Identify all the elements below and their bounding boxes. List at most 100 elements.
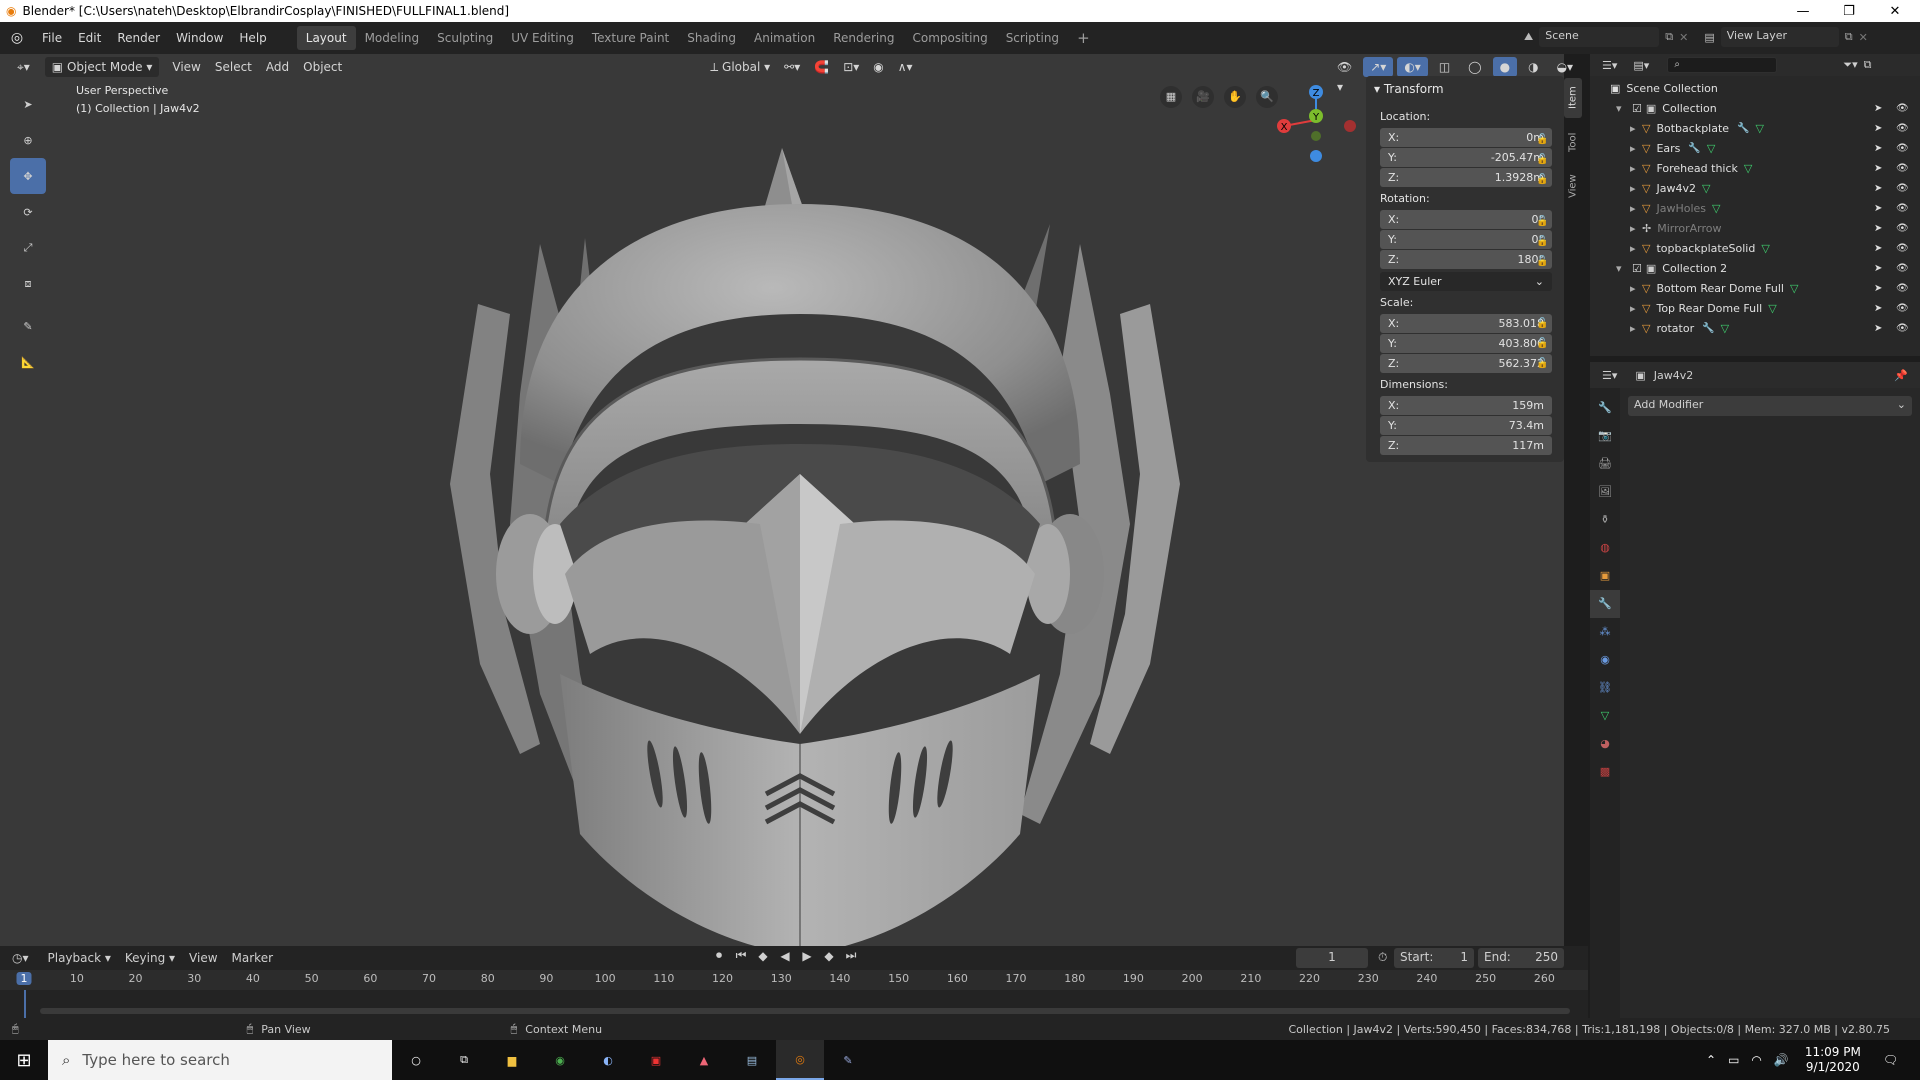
camera-icon[interactable]: 🎥 — [1192, 86, 1214, 108]
disclosure-arrow-icon[interactable]: ▸ — [1630, 242, 1642, 255]
restore-icon[interactable]: ❐ — [1826, 0, 1872, 22]
modifier-icon[interactable]: 🔧 — [1702, 323, 1714, 334]
modifier-icon[interactable]: 🔧 — [1688, 143, 1700, 154]
outliner-root[interactable]: ▣ Scene Collection — [1590, 78, 1920, 98]
visibility-eye-icon[interactable]: 👁 — [1896, 183, 1909, 194]
transform-tool-icon[interactable]: ⧈ — [10, 266, 46, 302]
visibility-eye-icon[interactable]: 👁 — [1896, 263, 1909, 274]
tool-props-icon[interactable]: 🔧 — [1590, 394, 1620, 422]
mesh-data-icon[interactable]: ▽ — [1707, 142, 1715, 155]
lock-icon[interactable]: 🔓 — [1536, 334, 1552, 354]
location-z-field[interactable]: Z: 1.3928m — [1380, 168, 1552, 187]
particles-props-icon[interactable]: ⁂ — [1590, 618, 1620, 646]
view-layer-props-icon[interactable]: 🖼 — [1590, 478, 1620, 506]
outliner-item[interactable]: ▸ ▽ Top Rear Dome Full ▽ ➤ 👁 — [1590, 298, 1920, 318]
blender-taskbar-icon[interactable]: ◎ — [776, 1040, 824, 1080]
tray-chevron-icon[interactable]: ⌃ — [1706, 1053, 1716, 1067]
lock-icon[interactable]: 🔓 — [1536, 232, 1552, 252]
menu-edit[interactable]: Edit — [70, 27, 109, 49]
stopwatch-icon[interactable]: ⏱ — [1378, 950, 1387, 965]
data-props-icon[interactable]: ▽ — [1590, 702, 1620, 730]
lock-icon[interactable]: 🔓 — [1536, 130, 1552, 150]
lock-icon[interactable]: 🔓 — [1536, 314, 1552, 334]
visibility-icon[interactable]: 👁▾ — [1330, 57, 1359, 94]
next-keyframe-icon[interactable]: ◆ — [820, 949, 838, 963]
cortana-icon[interactable]: ○ — [392, 1040, 440, 1080]
scale-y-field[interactable]: Y: 403.806 — [1380, 334, 1552, 353]
blender-menu-icon[interactable]: ◎ — [0, 30, 34, 46]
tab-rendering[interactable]: Rendering — [824, 26, 903, 50]
visibility-eye-icon[interactable]: 👁 — [1896, 243, 1909, 254]
measure-tool-icon[interactable]: 📐 — [10, 344, 46, 380]
gizmo-toggle-icon[interactable]: ↗▾ — [1363, 57, 1394, 77]
collection-checkbox-icon[interactable]: ☑ — [1632, 262, 1642, 275]
mesh-data-icon[interactable]: ▽ — [1756, 122, 1764, 135]
orientation-selector[interactable]: ⟂ Global ▾ — [703, 57, 777, 77]
outliner-item[interactable]: ▸ ▽ Ears 🔧 ▽ ➤ 👁 — [1590, 138, 1920, 158]
outliner-item[interactable]: ▸ ▽ Forehead thick ▽ ➤ 👁 — [1590, 158, 1920, 178]
disclosure-arrow-icon[interactable]: ▸ — [1630, 182, 1642, 195]
chrome-icon[interactable]: ◉ — [536, 1040, 584, 1080]
dimensions-x-field[interactable]: X: 159m — [1380, 396, 1552, 415]
3d-viewport[interactable] — [0, 54, 1564, 946]
outliner-item[interactable]: ▸ ▽ Botbackplate 🔧 ▽ ➤ 👁 — [1590, 118, 1920, 138]
mesh-data-icon[interactable]: ▽ — [1761, 242, 1769, 255]
timeline-menu-keying[interactable]: Keying ▾ — [118, 948, 182, 968]
mesh-data-icon[interactable]: ▽ — [1712, 202, 1720, 215]
selectable-icon[interactable]: ➤ — [1874, 103, 1882, 114]
tab-modeling[interactable]: Modeling — [356, 26, 429, 50]
timeline-menu-view[interactable]: View — [182, 948, 224, 968]
grid-view-icon[interactable]: ▦ — [1160, 86, 1182, 108]
tab-scripting[interactable]: Scripting — [997, 26, 1068, 50]
outliner-item[interactable]: ▸ ▽ rotator 🔧 ▽ ➤ 👁 — [1590, 318, 1920, 338]
tab-tool[interactable]: Tool — [1564, 122, 1582, 162]
new-view-layer-icon[interactable]: ⧉ — [1845, 30, 1853, 44]
menu-render[interactable]: Render — [109, 27, 168, 49]
overlay-toggle-icon[interactable]: ◐▾ — [1397, 57, 1428, 77]
disclosure-arrow-icon[interactable]: ▸ — [1630, 302, 1642, 315]
modifier-props-icon[interactable]: 🔧 — [1590, 590, 1620, 618]
display-mode-icon[interactable]: ▤▾ — [1633, 59, 1649, 72]
render-props-icon[interactable]: 📷 — [1590, 422, 1620, 450]
pivot-icon[interactable]: ⚯▾ — [777, 57, 807, 77]
cursor-tool-icon[interactable]: ⊕ — [10, 122, 46, 158]
tab-animation[interactable]: Animation — [745, 26, 824, 50]
visibility-eye-icon[interactable]: 👁 — [1896, 323, 1909, 334]
snap-icon[interactable]: 🧲 — [807, 57, 836, 77]
outliner-item[interactable]: ▸ ▽ Bottom Rear Dome Full ▽ ➤ 👁 — [1590, 278, 1920, 298]
end-frame-field[interactable]: End: 250 — [1478, 948, 1564, 968]
location-x-field[interactable]: X: 0m — [1380, 128, 1552, 147]
selectable-icon[interactable]: ➤ — [1874, 163, 1882, 174]
axis-gizmo[interactable]: X Z Y — [1270, 82, 1370, 170]
proportional-edit-icon[interactable]: ◉ — [866, 57, 890, 77]
disclosure-arrow-icon[interactable]: ▸ — [1630, 282, 1642, 295]
volume-icon[interactable]: 🔊 — [1774, 1053, 1789, 1067]
outliner-item[interactable]: ▾ ☑ ▣ Collection ➤ 👁 — [1590, 98, 1920, 118]
scene-icon[interactable]: ⛰ — [1524, 30, 1533, 44]
taskbar-search-box[interactable]: ⌕ Type here to search — [48, 1040, 392, 1080]
file-explorer-icon[interactable]: ▆ — [488, 1040, 536, 1080]
selectable-icon[interactable]: ➤ — [1874, 303, 1882, 314]
visibility-eye-icon[interactable]: 👁 — [1896, 103, 1909, 114]
transform-section-header[interactable]: ▾ Transform — [1374, 82, 1444, 96]
tab-texture-paint[interactable]: Texture Paint — [583, 26, 678, 50]
outliner-item[interactable]: ▸ ▽ JawHoles ▽ ➤ 👁 — [1590, 198, 1920, 218]
menu-help[interactable]: Help — [231, 27, 274, 49]
paint-icon[interactable]: ✎ — [824, 1040, 872, 1080]
material-shading-icon[interactable]: ◑ — [1521, 57, 1545, 77]
notepad-icon[interactable]: ▤ — [728, 1040, 776, 1080]
outliner-type-icon[interactable]: ☰▾ — [1602, 59, 1617, 72]
current-frame-field[interactable]: 1 — [1296, 948, 1368, 968]
play-icon[interactable]: ▶ — [798, 949, 816, 963]
close-icon[interactable]: ✕ — [1872, 0, 1918, 22]
mesh-data-icon[interactable]: ▽ — [1744, 162, 1752, 175]
disclosure-arrow-icon[interactable]: ▸ — [1630, 222, 1642, 235]
material-props-icon[interactable]: ◕ — [1590, 730, 1620, 758]
tab-layout[interactable]: Layout — [296, 26, 356, 50]
rotation-y-field[interactable]: Y: 0° — [1380, 230, 1552, 249]
disclosure-arrow-icon[interactable]: ▸ — [1630, 322, 1642, 335]
delete-scene-icon[interactable]: ✕ — [1679, 31, 1688, 44]
expand-arrow-icon[interactable]: ▾ — [1616, 102, 1628, 115]
scene-props-icon[interactable]: ⚱ — [1590, 506, 1620, 534]
minimize-icon[interactable]: — — [1780, 0, 1826, 22]
